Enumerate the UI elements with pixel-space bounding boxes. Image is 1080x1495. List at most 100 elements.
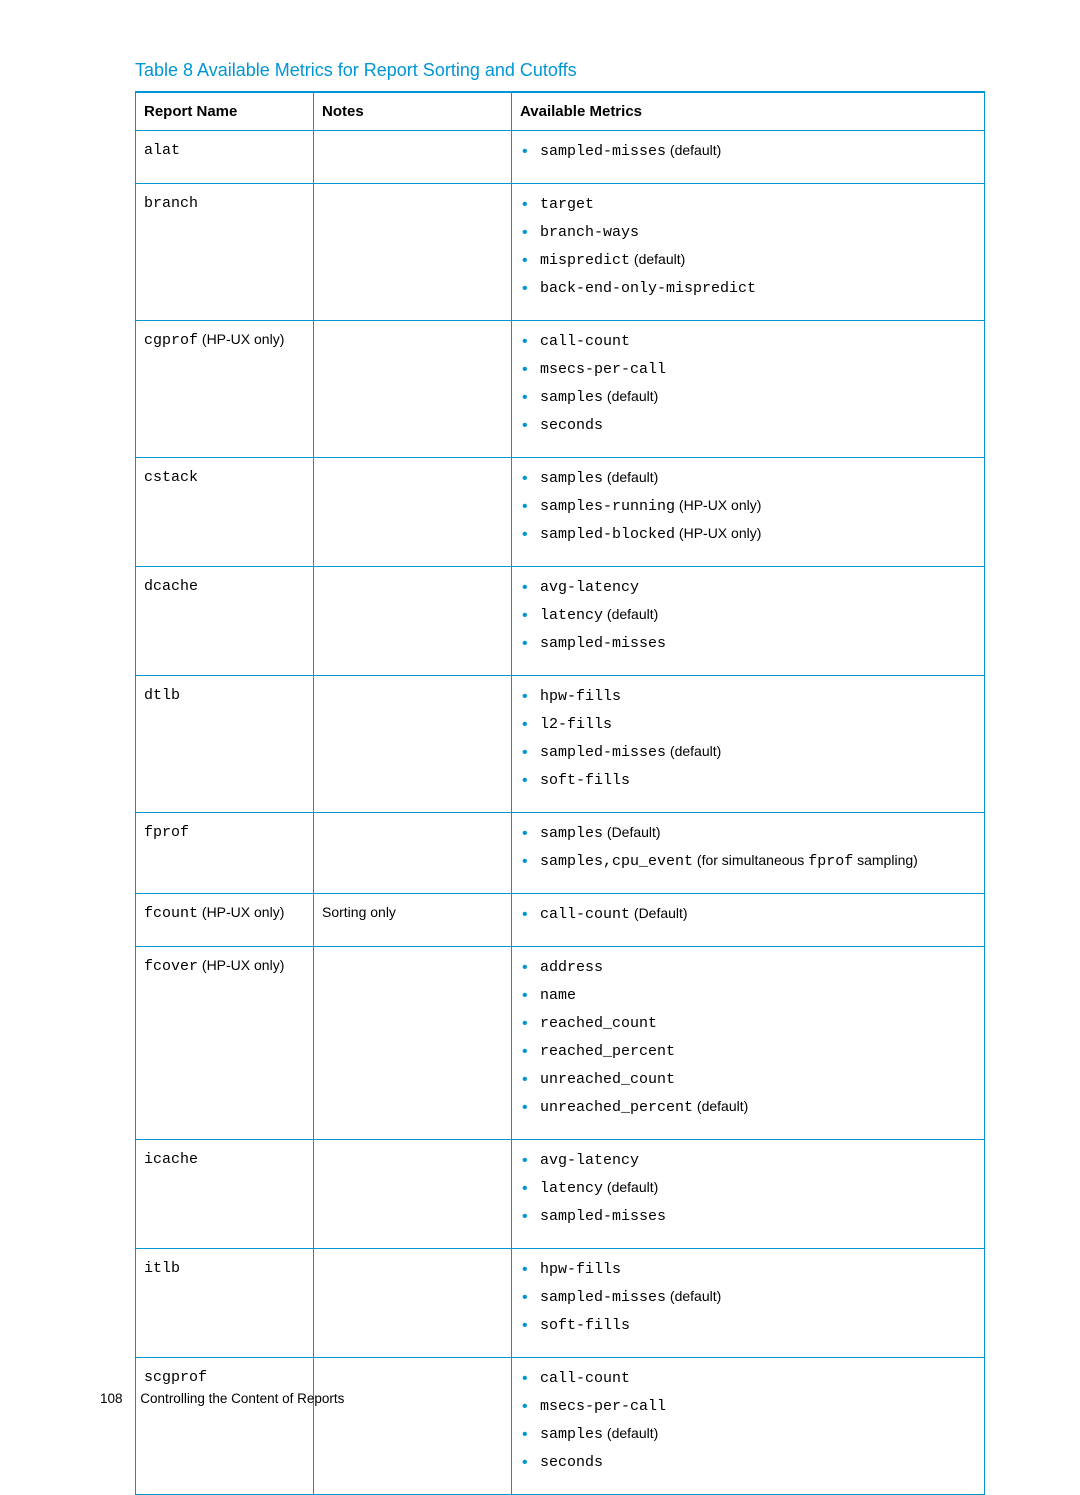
metrics-cell: call-count (Default) [512, 894, 985, 947]
notes-cell: Sorting only [314, 894, 512, 947]
metric-code: samples,cpu_event [540, 853, 693, 870]
page-footer: 108 Controlling the Content of Reports [100, 1391, 344, 1406]
metrics-list: hpw-fillsl2-fillssampled-misses (default… [520, 686, 976, 791]
notes-cell [314, 947, 512, 1140]
metric-suffix: (HP-UX only) [675, 497, 761, 513]
metric-code: avg-latency [540, 579, 639, 596]
notes-text: Sorting only [322, 904, 396, 920]
metric-item: seconds [522, 1452, 976, 1473]
metric-item: avg-latency [522, 577, 976, 598]
header-available-metrics: Available Metrics [512, 92, 985, 131]
table-row: dtlbhpw-fillsl2-fillssampled-misses (def… [136, 676, 985, 813]
metric-code: sampled-misses [540, 143, 666, 160]
metric-code: hpw-fills [540, 688, 621, 705]
metric-item: sampled-misses [522, 1206, 976, 1227]
report-name-cell: branch [136, 184, 314, 321]
metric-suffix: (default) [603, 469, 658, 485]
metric-item: back-end-only-mispredict [522, 278, 976, 299]
table-row: itlbhpw-fillssampled-misses (default)sof… [136, 1249, 985, 1358]
report-name-cell: alat [136, 131, 314, 184]
metric-code: fprof [808, 853, 853, 870]
report-name-code: icache [144, 1151, 198, 1168]
report-name-cell: icache [136, 1140, 314, 1249]
metric-item: samples-running (HP-UX only) [522, 496, 976, 517]
metric-item: mispredict (default) [522, 250, 976, 271]
metric-suffix: (Default) [630, 905, 688, 921]
report-name-cell: fprof [136, 813, 314, 894]
table-row: fprofsamples (Default)samples,cpu_event … [136, 813, 985, 894]
metrics-list: sampled-misses (default) [520, 141, 976, 162]
metric-item: samples (default) [522, 1424, 976, 1445]
table-row: alat sampled-misses (default) [136, 131, 985, 184]
metric-item: name [522, 985, 976, 1006]
metric-code: samples [540, 1426, 603, 1443]
report-name-code: fprof [144, 824, 189, 841]
metric-code: seconds [540, 417, 603, 434]
metric-code: l2-fills [540, 716, 612, 733]
metrics-cell: hpw-fillsl2-fillssampled-misses (default… [512, 676, 985, 813]
metrics-list: hpw-fillssampled-misses (default)soft-fi… [520, 1259, 976, 1336]
metric-item: reached_percent [522, 1041, 976, 1062]
metric-code: reached_count [540, 1015, 657, 1032]
metric-item: l2-fills [522, 714, 976, 735]
report-name-cell: cstack [136, 458, 314, 567]
metrics-cell: addressnamereached_countreached_percentu… [512, 947, 985, 1140]
page-number: 108 [100, 1391, 123, 1406]
metric-suffix: (default) [630, 251, 685, 267]
metric-suffix: (default) [603, 388, 658, 404]
notes-cell [314, 813, 512, 894]
header-report-name: Report Name [136, 92, 314, 131]
notes-cell [314, 184, 512, 321]
metric-code: avg-latency [540, 1152, 639, 1169]
metric-item: call-count (Default) [522, 904, 976, 925]
metric-item: call-count [522, 1368, 976, 1389]
metric-code: unreached_count [540, 1071, 675, 1088]
metric-code: msecs-per-call [540, 361, 666, 378]
metric-code: latency [540, 1180, 603, 1197]
metric-code: back-end-only-mispredict [540, 280, 756, 297]
report-name-code: scgprof [144, 1369, 207, 1386]
metric-item: branch-ways [522, 222, 976, 243]
metric-item: hpw-fills [522, 1259, 976, 1280]
metric-item: avg-latency [522, 1150, 976, 1171]
notes-cell [314, 321, 512, 458]
metric-item: call-count [522, 331, 976, 352]
metric-suffix: (default) [603, 1179, 658, 1195]
metric-code: samples-running [540, 498, 675, 515]
metric-code: call-count [540, 1370, 630, 1387]
metrics-list: avg-latencylatency (default)sampled-miss… [520, 577, 976, 654]
metric-item: hpw-fills [522, 686, 976, 707]
metric-suffix: (default) [693, 1098, 748, 1114]
metric-code: call-count [540, 333, 630, 350]
metric-code: soft-fills [540, 1317, 630, 1334]
metric-code: unreached_percent [540, 1099, 693, 1116]
metric-code: samples [540, 825, 603, 842]
metrics-cell: call-countmsecs-per-callsamples (default… [512, 321, 985, 458]
report-name-code: alat [144, 142, 180, 159]
metric-code: hpw-fills [540, 1261, 621, 1278]
metrics-list: addressnamereached_countreached_percentu… [520, 957, 976, 1118]
report-name-code: cgprof [144, 332, 198, 349]
metric-item: soft-fills [522, 1315, 976, 1336]
metrics-cell: samples (Default)samples,cpu_event (for … [512, 813, 985, 894]
table-row: icache avg-latency latency (default) sample… [136, 1140, 985, 1249]
metric-item: sampled-misses [522, 633, 976, 654]
report-name-suffix: (HP-UX only) [198, 331, 284, 347]
metric-code: samples [540, 470, 603, 487]
table-title: Table 8 Available Metrics for Report Sor… [135, 60, 985, 81]
metric-code: target [540, 196, 594, 213]
report-name-cell: fcover (HP-UX only) [136, 947, 314, 1140]
metric-code: sampled-misses [540, 635, 666, 652]
metric-code: name [540, 987, 576, 1004]
notes-cell [314, 567, 512, 676]
report-name-code: cstack [144, 469, 198, 486]
metric-code: reached_percent [540, 1043, 675, 1060]
metric-code: call-count [540, 906, 630, 923]
metric-item: unreached_percent (default) [522, 1097, 976, 1118]
notes-cell [314, 131, 512, 184]
notes-cell [314, 1358, 512, 1495]
metric-suffix: (default) [666, 743, 721, 759]
metrics-table: Report Name Notes Available Metrics alat… [135, 91, 985, 1495]
metric-suffix: (default) [666, 142, 721, 158]
report-name-cell: fcount (HP-UX only) [136, 894, 314, 947]
